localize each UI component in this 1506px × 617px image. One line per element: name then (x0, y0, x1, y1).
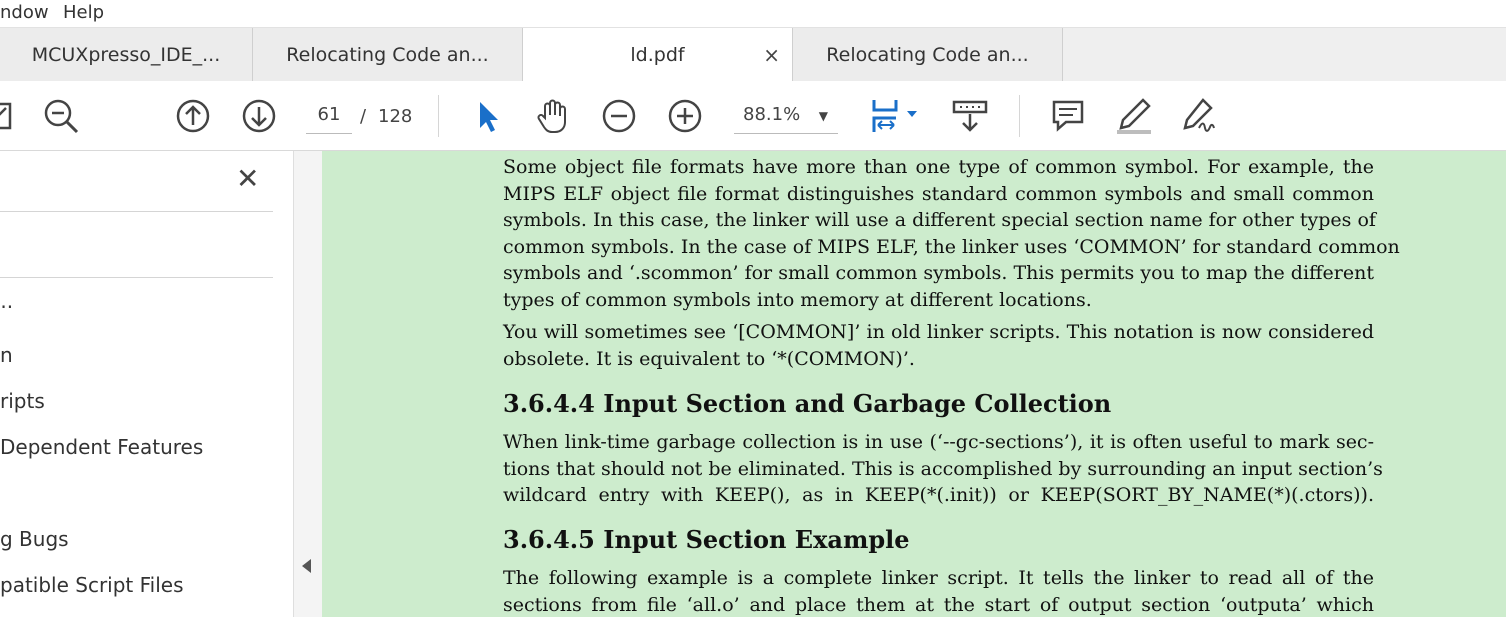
paragraph: Some object file formats have more than … (503, 154, 1400, 313)
tab-mcuxpresso[interactable]: MCUXpresso_IDE_... (0, 28, 253, 81)
fit-page-icon[interactable] (866, 96, 906, 136)
paragraph: The following example is a complete link… (503, 565, 1374, 617)
toolbar-divider (438, 95, 439, 137)
zoom-out-search-icon[interactable] (41, 96, 81, 136)
document-view[interactable]: Some object file formats have more than … (322, 151, 1506, 617)
section-heading: 3.6.4.4 Input Section and Garbage Collec… (503, 389, 1112, 418)
comment-icon[interactable] (1048, 96, 1088, 136)
bookmark-item[interactable]: g Bugs (0, 527, 69, 551)
next-page-icon[interactable] (239, 96, 279, 136)
page-separator: / (360, 106, 367, 127)
text-line: The following example is a complete link… (503, 567, 1374, 589)
tab-close-icon[interactable]: × (763, 43, 780, 67)
bookmark-item[interactable]: patible Script Files (0, 573, 184, 597)
zoom-out-icon[interactable] (599, 96, 639, 136)
text-line: symbols and ‘.scommon’ for small common … (503, 262, 1374, 284)
text-line: Some object file formats have more than … (503, 156, 1374, 178)
text-line: tions that should not be eliminated. Thi… (503, 457, 1383, 480)
tab-ld-pdf[interactable]: ld.pdf × (522, 28, 793, 83)
text-line: When link-time garbage collection is in … (503, 431, 1374, 453)
tab-label: Relocating Code an... (286, 44, 489, 66)
tab-relocating-code-2[interactable]: Relocating Code an... (793, 28, 1063, 81)
text-line: sections from file ‘all.o’ and place the… (503, 593, 1374, 616)
pane-divider (0, 277, 273, 278)
fit-dropdown-caret-icon[interactable] (907, 111, 917, 117)
text-line: common symbols. In the case of MIPS ELF,… (503, 235, 1400, 258)
zoom-level-value: 88.1% (743, 104, 801, 125)
bookmark-item[interactable]: ... (0, 289, 13, 313)
bookmark-item[interactable]: ripts (0, 389, 45, 413)
select-cursor-icon[interactable] (468, 96, 508, 136)
chevron-down-icon: ▼ (818, 109, 828, 123)
text-line: wildcard entry with KEEP(), as in KEEP(*… (503, 484, 1374, 506)
menu-help[interactable]: Help (63, 2, 104, 23)
tab-bar: MCUXpresso_IDE_... Relocating Code an...… (0, 27, 1506, 83)
scrolling-mode-icon[interactable] (950, 96, 990, 136)
section-heading: 3.6.4.5 Input Section Example (503, 525, 910, 554)
menu-bar: ndow Help (0, 0, 1506, 27)
text-line: MIPS ELF object file format distinguishe… (503, 182, 1374, 205)
highlight-pen-icon[interactable] (1113, 96, 1153, 136)
page-total: 128 (378, 106, 413, 127)
page-thumbnail-icon[interactable] (0, 96, 20, 136)
tab-label: Relocating Code an... (826, 44, 1029, 66)
text-line: obsolete. It is equivalent to ‘*(COMMON)… (503, 347, 915, 370)
collapse-pane-arrow-icon[interactable] (302, 559, 311, 573)
bookmark-item[interactable]: n (0, 343, 13, 367)
bookmark-item[interactable]: Dependent Features (0, 435, 203, 459)
hand-tool-icon[interactable] (533, 96, 573, 136)
zoom-in-icon[interactable] (665, 96, 705, 136)
page-number-input[interactable]: 61 (306, 97, 352, 134)
tab-label: MCUXpresso_IDE_... (31, 44, 221, 66)
tab-relocating-code-1[interactable]: Relocating Code an... (253, 28, 523, 81)
toolbar-divider (1019, 95, 1020, 137)
paragraph: When link-time garbage collection is in … (503, 429, 1383, 509)
sign-pen-icon[interactable] (1179, 96, 1219, 136)
close-pane-icon[interactable]: ✕ (236, 165, 259, 193)
text-line: symbols. In this case, the linker will u… (503, 209, 1376, 231)
pane-divider (0, 211, 273, 212)
navigation-pane: ✕ ... n ripts Dependent Features g Bugs … (0, 151, 294, 617)
text-line: You will sometimes see ‘[COMMON]’ in old… (503, 321, 1374, 343)
paragraph: You will sometimes see ‘[COMMON]’ in old… (503, 319, 1374, 372)
text-line: types of common symbols into memory at d… (503, 288, 1092, 311)
previous-page-icon[interactable] (173, 96, 213, 136)
menu-window[interactable]: ndow (0, 2, 49, 23)
tab-label: ld.pdf (630, 44, 685, 66)
pane-collapse-gutter (294, 151, 322, 617)
toolbar: 61 / 128 88.1% ▼ (0, 81, 1506, 151)
zoom-level-dropdown[interactable]: 88.1% ▼ (734, 97, 838, 134)
